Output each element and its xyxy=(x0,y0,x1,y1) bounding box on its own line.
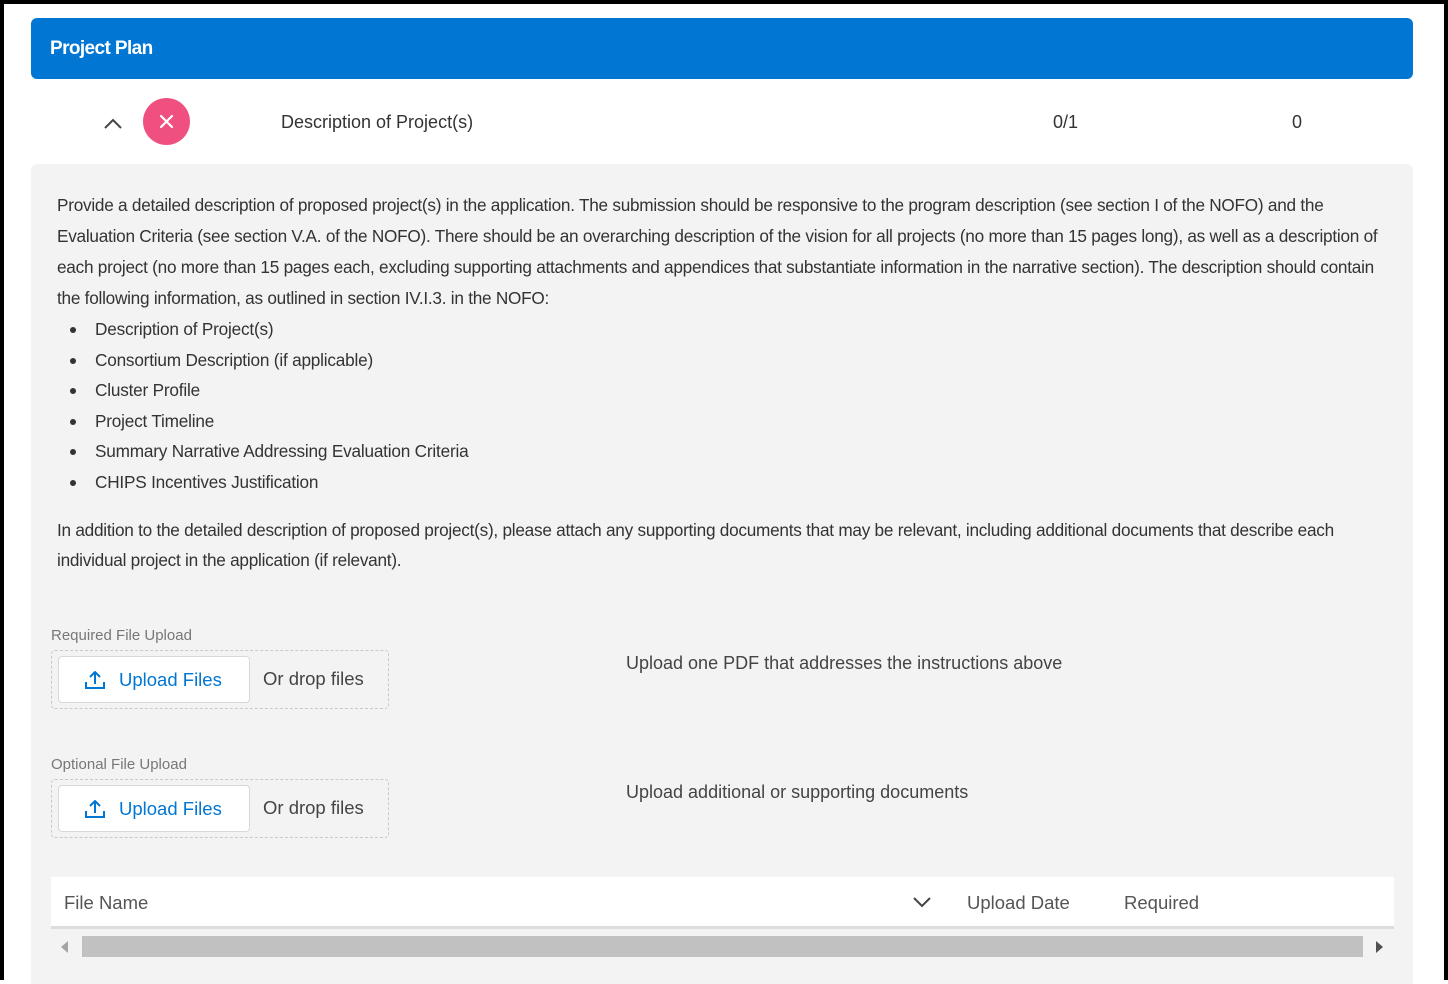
file-count: 0/1 xyxy=(1053,112,1079,132)
close-icon xyxy=(159,114,174,129)
list-item: Description of Project(s) xyxy=(57,314,468,345)
required-dropzone[interactable]: Upload Files Or drop files xyxy=(51,650,389,709)
optional-dropzone[interactable]: Upload Files Or drop files xyxy=(51,779,389,838)
chevron-up-icon[interactable] xyxy=(100,113,126,133)
requirement-label: Description of Project(s) xyxy=(281,112,474,132)
close-button[interactable] xyxy=(143,98,190,145)
upload-icon xyxy=(85,799,105,818)
requirement-row: Description of Project(s) 0/1 0 xyxy=(31,90,1413,156)
list-item: Summary Narrative Addressing Evaluation … xyxy=(57,436,469,467)
file-number: 0 xyxy=(1292,112,1303,132)
upload-button-label: Upload Files xyxy=(119,797,222,819)
list-item: CHIPS Incentives Justification xyxy=(57,467,468,498)
list-item: Project Timeline xyxy=(57,406,468,437)
chevron-down-icon[interactable] xyxy=(911,894,933,910)
section-title: Project Plan xyxy=(50,37,153,59)
requirements-list: Description of Project(s) Consortium Des… xyxy=(57,314,469,498)
list-item: Cluster Profile xyxy=(57,375,468,406)
required-upload-label: Required File Upload xyxy=(51,627,192,644)
upload-button-label: Upload Files xyxy=(119,668,222,690)
column-header-file-name[interactable]: File Name xyxy=(64,892,148,914)
scroll-left-arrow[interactable] xyxy=(61,941,68,953)
required-upload-button[interactable]: Upload Files xyxy=(58,656,250,703)
drop-files-text: Or drop files xyxy=(263,797,364,818)
optional-upload-hint: Upload additional or supporting document… xyxy=(626,782,969,802)
app-frame: Project Plan Description of Project(s) 0… xyxy=(0,0,1448,984)
drop-files-text: Or drop files xyxy=(263,668,364,689)
scroll-thumb[interactable] xyxy=(82,936,1363,957)
column-header-required[interactable]: Required xyxy=(1124,892,1199,914)
requirement-panel: Provide a detailed description of propos… xyxy=(31,164,1413,984)
files-table-header: File Name Upload Date Required xyxy=(51,877,1394,929)
optional-upload-button[interactable]: Upload Files xyxy=(58,785,250,832)
list-item: Consortium Description (if applicable) xyxy=(57,345,468,376)
horizontal-scrollbar[interactable] xyxy=(51,932,1394,962)
column-header-upload-date[interactable]: Upload Date xyxy=(967,892,1070,914)
scroll-right-arrow[interactable] xyxy=(1376,941,1383,953)
required-upload-hint: Upload one PDF that addresses the instru… xyxy=(626,653,1063,673)
optional-upload-label: Optional File Upload xyxy=(51,756,187,773)
section-header: Project Plan xyxy=(31,18,1413,79)
description-paragraph: Provide a detailed description of propos… xyxy=(57,195,1378,308)
upload-icon xyxy=(85,670,105,689)
additional-paragraph: In addition to the detailed description … xyxy=(57,520,1334,570)
